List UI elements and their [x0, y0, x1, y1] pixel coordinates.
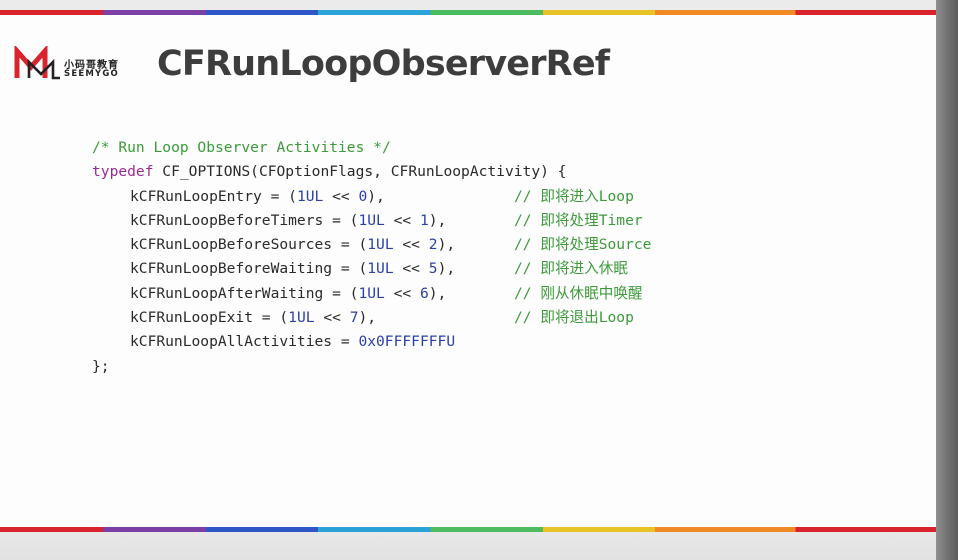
frame-right-edge — [936, 0, 958, 560]
shift-value: 7 — [349, 309, 359, 327]
code-comment: // 即将处理Source — [514, 236, 652, 254]
code-entry-line: kCFRunLoopAfterWaiting = (1UL << 6),// 刚… — [92, 282, 643, 306]
all-activities-value: 0x0FFFFFFFU — [358, 333, 456, 351]
code-typedef-line: typedef CF_OPTIONS(CFOptionFlags, CFRunL… — [92, 160, 566, 184]
cf-options-declaration: CF_OPTIONS(CFOptionFlags, CFRunLoopActiv… — [153, 163, 567, 181]
seemygo-logo: 小码哥教育 SEEMYGO — [14, 46, 144, 90]
code-entry-line: kCFRunLoopEntry = (1UL << 0),// 即将进入Loop — [92, 185, 634, 209]
shift-value: 5 — [428, 260, 438, 278]
code-all-activities-line: kCFRunLoopAllActivities = 0x0FFFFFFFU — [130, 333, 456, 351]
logo-english-text: SEEMYGO — [64, 69, 119, 79]
code-entry-line: kCFRunLoopBeforeSources = (1UL << 2),// … — [92, 233, 651, 257]
code-closing-brace: }; — [92, 357, 110, 375]
enum-constant-name: kCFRunLoopEntry — [130, 187, 262, 205]
shift-value: 2 — [428, 236, 438, 254]
code-entry-line: kCFRunLoopExit = (1UL << 7),// 即将退出Loop — [92, 306, 634, 330]
enum-constant-name: kCFRunLoopAllActivities — [130, 333, 333, 351]
code-comment: // 即将进入Loop — [514, 187, 634, 205]
code-comment: // 即将处理Timer — [514, 211, 643, 229]
enum-constant-name: kCFRunLoopBeforeTimers — [130, 211, 324, 229]
shift-value: 1 — [419, 211, 429, 229]
code-entry-line: kCFRunLoopBeforeWaiting = (1UL << 5),// … — [92, 257, 628, 281]
code-comment: // 即将退出Loop — [514, 309, 634, 327]
enum-constant-name: kCFRunLoopAfterWaiting — [130, 284, 324, 302]
frame-bottom-edge — [0, 532, 936, 560]
enum-constant-name: kCFRunLoopBeforeSources — [130, 236, 333, 254]
rainbow-stripe-top — [0, 10, 936, 15]
code-block: /* Run Loop Observer Activities */ typed… — [92, 136, 651, 379]
rainbow-stripe-bottom — [0, 527, 936, 532]
shift-value: 6 — [419, 284, 429, 302]
video-frame: 小码哥教育 SEEMYGO CFRunLoopObserverRef /* Ru… — [0, 0, 958, 560]
code-comment: // 即将进入休眠 — [514, 260, 628, 278]
code-entry-line: kCFRunLoopBeforeTimers = (1UL << 1),// 即… — [92, 209, 643, 233]
enum-constant-name: kCFRunLoopExit — [130, 309, 254, 327]
slide-title: CFRunLoopObserverRef — [157, 44, 610, 84]
enum-constant-name: kCFRunLoopBeforeWaiting — [130, 260, 333, 278]
logo-m-icon — [14, 46, 60, 80]
code-comment: // 刚从休眠中唤醒 — [514, 284, 643, 302]
presentation-slide: 小码哥教育 SEEMYGO CFRunLoopObserverRef /* Ru… — [0, 10, 936, 532]
code-header-comment: /* Run Loop Observer Activities */ — [92, 139, 391, 156]
shift-value: 0 — [358, 187, 368, 205]
typedef-keyword: typedef — [92, 163, 154, 181]
